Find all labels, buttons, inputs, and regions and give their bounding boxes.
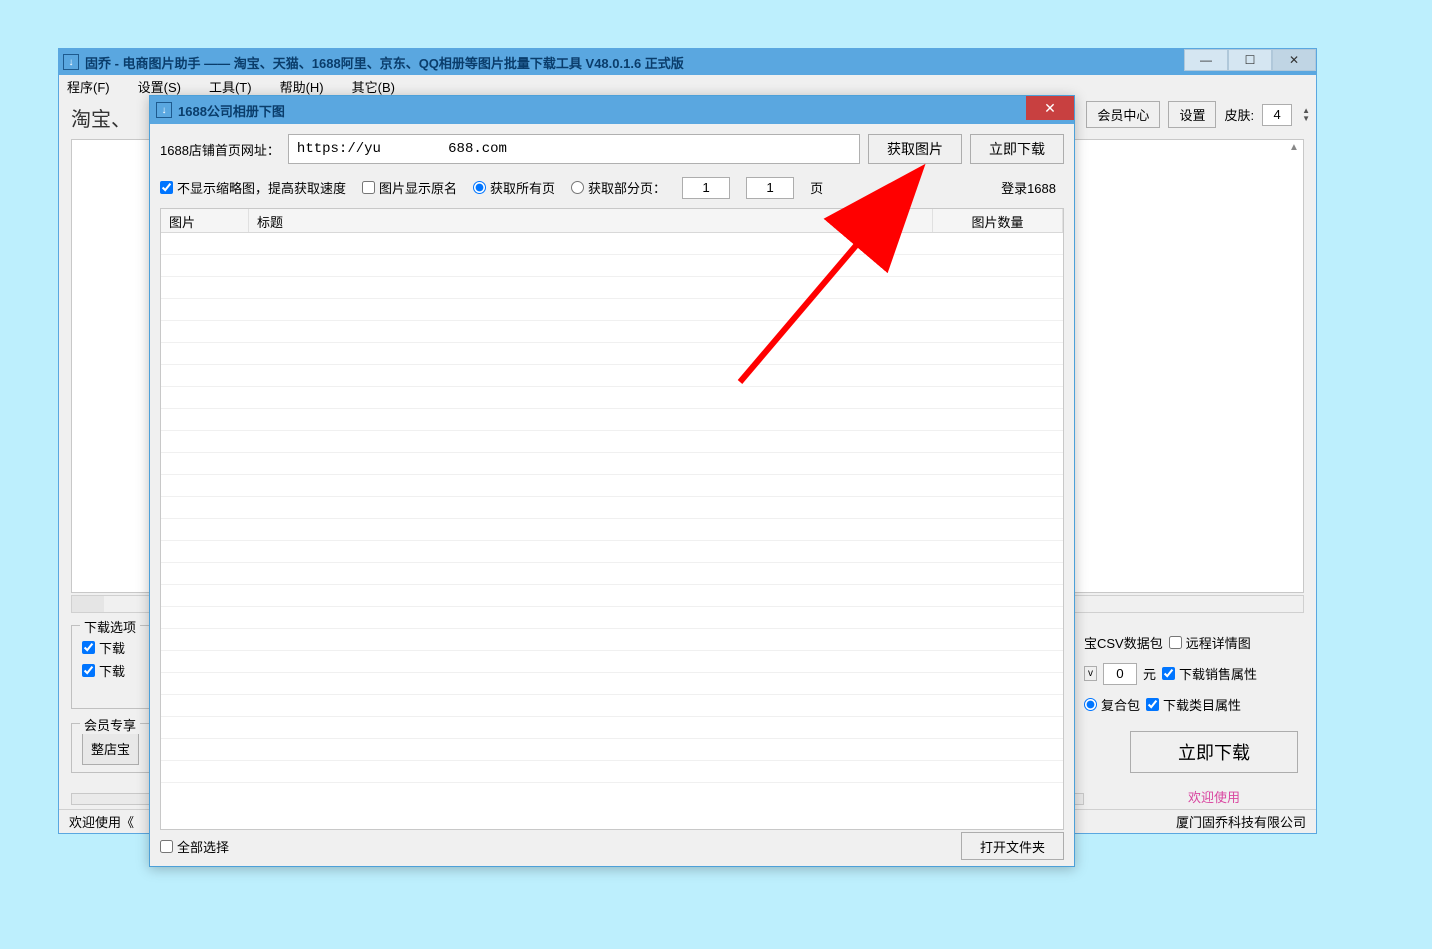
url-label: 1688店铺首页网址： [160,140,280,159]
table-row [161,321,1063,343]
table-row [161,673,1063,695]
member-center-button[interactable]: 会员中心 [1086,101,1160,128]
whole-store-button[interactable]: 整店宝 [82,732,139,765]
category-attr-check[interactable]: 下载类目属性 [1146,695,1241,714]
window-controls: — ☐ ✕ [1184,49,1316,71]
menu-program[interactable]: 程序(F) [67,77,110,96]
skin-input[interactable] [1262,104,1292,126]
skin-label: 皮肤: [1224,105,1254,124]
no-thumbnail-check[interactable]: 不显示缩略图，提高获取速度 [160,178,346,197]
settings-button[interactable]: 设置 [1168,101,1216,128]
table-row [161,739,1063,761]
col-image[interactable]: 图片 [161,209,249,232]
table-row [161,563,1063,585]
col-title[interactable]: 标题 [249,209,933,232]
url-row: 1688店铺首页网址： 获取图片 立即下载 [160,134,1064,164]
dialog-titlebar: ↓ 1688公司相册下图 ✕ [150,96,1074,124]
table-row [161,343,1063,365]
skin-spinner[interactable]: ▲▼ [1302,107,1310,123]
table-row [161,541,1063,563]
dialog-close-button[interactable]: ✕ [1026,96,1074,120]
scroll-up-icon[interactable]: ▲ [1287,142,1301,156]
price-input[interactable] [1103,663,1137,685]
fetch-images-button[interactable]: 获取图片 [868,134,962,164]
page-to-input[interactable] [746,177,794,199]
page-from-input[interactable] [682,177,730,199]
fetch-partial-radio[interactable]: 获取部分页： [571,178,666,197]
table-row [161,409,1063,431]
table-row [161,277,1063,299]
table-row [161,475,1063,497]
table-row [161,695,1063,717]
dialog-footer: 全部选择 打开文件夹 [160,832,1064,860]
bg-heading: 淘宝、 [71,103,131,132]
maximize-button[interactable]: ☐ [1228,49,1272,71]
select-all-check[interactable]: 全部选择 [160,837,229,856]
status-right: 厦门固乔科技有限公司 [1176,812,1306,831]
minimize-button[interactable]: — [1184,49,1228,71]
col-count[interactable]: 图片数量 [933,209,1063,232]
options-row: 不显示缩略图，提高获取速度 图片显示原名 获取所有页 获取部分页： 页 登录16… [160,174,1064,201]
remote-detail-check[interactable]: 远程详情图 [1169,633,1251,652]
table-row [161,299,1063,321]
dialog-app-icon: ↓ [156,102,172,118]
menu-help[interactable]: 帮助(H) [280,77,324,96]
member-label: 会员专享 [80,715,140,734]
album-table: 图片 标题 图片数量 [160,208,1064,830]
menu-bar: 程序(F) 设置(S) 工具(T) 帮助(H) 其它(B) [59,75,1316,97]
download-now-dialog-button[interactable]: 立即下载 [970,134,1064,164]
composite-radio[interactable]: 复合包 [1084,695,1140,714]
app-icon: ↓ [63,54,79,70]
download-options-label: 下载选项 [80,617,140,636]
menu-tools[interactable]: 工具(T) [209,77,252,96]
table-row [161,607,1063,629]
table-row [161,233,1063,255]
show-original-name-check[interactable]: 图片显示原名 [362,178,457,197]
table-row [161,585,1063,607]
album-dialog: ↓ 1688公司相册下图 ✕ 1688店铺首页网址： 获取图片 立即下载 不显示… [149,95,1075,867]
table-row [161,255,1063,277]
table-row [161,519,1063,541]
open-folder-button[interactable]: 打开文件夹 [961,832,1064,860]
table-row [161,497,1063,519]
table-header: 图片 标题 图片数量 [161,209,1063,233]
menu-other[interactable]: 其它(B) [352,77,395,96]
page-unit: 页 [810,178,823,197]
login-1688-link[interactable]: 登录1688 [1001,178,1056,197]
table-row [161,387,1063,409]
window-title: 固乔 - 电商图片助手 —— 淘宝、天猫、1688阿里、京东、QQ相册等图片批量… [85,53,684,72]
status-left: 欢迎使用《 [69,812,134,831]
top-right-controls: 会员中心 设置 皮肤: ▲▼ [1086,101,1310,128]
table-row [161,365,1063,387]
csv-label: 宝CSV数据包 [1084,633,1163,652]
close-button[interactable]: ✕ [1272,49,1316,71]
sales-attr-check[interactable]: 下载销售属性 [1162,664,1257,683]
dropdown-icon[interactable]: v [1084,666,1097,681]
download-now-button[interactable]: 立即下载 [1130,731,1298,773]
table-row [161,431,1063,453]
table-row [161,717,1063,739]
price-unit: 元 [1143,664,1156,683]
fetch-all-radio[interactable]: 获取所有页 [473,178,555,197]
table-row [161,453,1063,475]
dialog-body: 1688店铺首页网址： 获取图片 立即下载 不显示缩略图，提高获取速度 图片显示… [150,124,1074,866]
table-row [161,629,1063,651]
menu-settings[interactable]: 设置(S) [138,77,181,96]
welcome-line-1[interactable]: 欢迎使用 [1130,787,1298,806]
table-row [161,651,1063,673]
dialog-title: 1688公司相册下图 [178,101,285,120]
main-titlebar: ↓ 固乔 - 电商图片助手 —— 淘宝、天猫、1688阿里、京东、QQ相册等图片… [59,49,1316,75]
url-input[interactable] [288,134,860,164]
right-options: 宝CSV数据包 远程详情图 v 元 下载销售属性 复合包 下载类目属性 [1084,625,1304,722]
table-row [161,761,1063,783]
